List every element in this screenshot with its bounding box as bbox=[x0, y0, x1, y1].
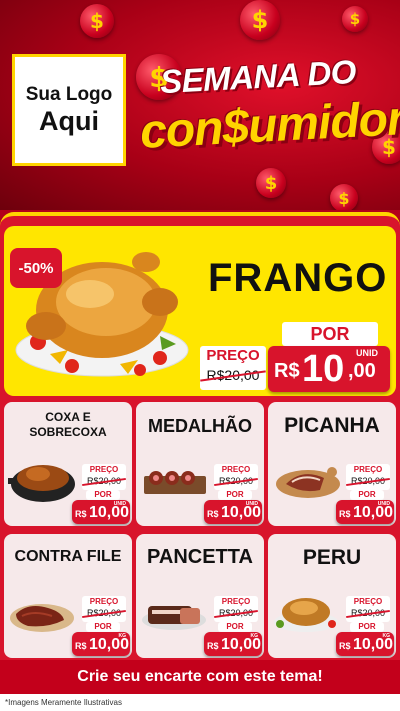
old-price-tag: PREÇO R$20,00 bbox=[82, 464, 126, 490]
featured-product-name: FRANGO bbox=[208, 256, 388, 300]
coin-icon: $ bbox=[330, 184, 358, 210]
featured-offer[interactable]: -50% FRANGO PREÇO R$20,00 POR R$ 10 ,00 … bbox=[4, 226, 396, 396]
price-tag: UNID R$ 10,00 bbox=[336, 500, 394, 524]
coin-icon: $ bbox=[240, 0, 280, 40]
product-card[interactable]: COXA E SOBRECOXA PREÇO R$20,00 POR UNID R… bbox=[4, 402, 132, 526]
preco-label: PREÇO bbox=[89, 597, 119, 606]
picanha-board-icon bbox=[276, 467, 340, 498]
currency-symbol: R$ bbox=[75, 641, 87, 651]
logo-text-line1: Sua Logo bbox=[25, 84, 113, 105]
por-tag: POR bbox=[218, 490, 252, 500]
product-name: PANCETTA bbox=[147, 546, 253, 568]
new-price: 10,00 bbox=[353, 504, 394, 521]
old-price: R$20,00 bbox=[82, 607, 126, 619]
coin-icon: $ bbox=[256, 168, 286, 198]
steak-icon bbox=[10, 604, 74, 632]
currency-symbol: R$ bbox=[75, 509, 87, 519]
currency-symbol: R$ bbox=[207, 641, 219, 651]
coin-icon: $ bbox=[80, 4, 114, 38]
preco-label: PREÇO bbox=[89, 465, 119, 474]
old-price: R$20,00 bbox=[214, 607, 258, 619]
old-price: R$20,00 bbox=[82, 475, 126, 487]
preco-label: PREÇO bbox=[221, 597, 251, 606]
old-price-tag: PREÇO R$20,00 bbox=[214, 464, 258, 490]
por-tag: POR bbox=[218, 622, 252, 632]
pancetta-icon bbox=[142, 606, 206, 630]
logo-placeholder[interactable]: Sua Logo Aqui bbox=[12, 54, 126, 166]
por-tag: POR bbox=[350, 490, 384, 500]
header-banner: $ $ $ $ $ $ $ Sua Logo Aqui SEMANA DO co… bbox=[0, 0, 400, 210]
campaign-title-bottom: con$umidor bbox=[138, 92, 400, 159]
product-card[interactable]: MEDALHÃO PREÇO R$20,00 POR UNID R$ 10,00 bbox=[136, 402, 264, 526]
new-price: 10,00 bbox=[221, 636, 262, 653]
campaign-title-top: SEMANA DO bbox=[159, 52, 357, 101]
cta-banner[interactable]: Crie seu encarte com este tema! bbox=[0, 660, 400, 694]
por-tag: POR bbox=[86, 490, 120, 500]
preco-label: PREÇO bbox=[206, 347, 260, 364]
old-price-tag: PREÇO R$20,00 bbox=[214, 596, 258, 622]
disclaimer-bar: *Imagens Meramente Ilustrativas bbox=[0, 694, 400, 711]
featured-old-price-tag: PREÇO R$20,00 bbox=[200, 346, 266, 390]
logo-text-line2: Aqui bbox=[39, 106, 99, 136]
preco-label: PREÇO bbox=[353, 465, 383, 474]
featured-por-tag: POR bbox=[282, 322, 378, 346]
price-tag: KG R$ 10,00 bbox=[72, 632, 130, 656]
price-tag: UNID R$ 10,00 bbox=[204, 500, 262, 524]
cta-text: Crie seu encarte com este tema! bbox=[77, 668, 323, 685]
old-price-tag: PREÇO R$20,00 bbox=[346, 464, 390, 490]
product-card[interactable]: PERU PREÇO R$20,00 POR KG R$ 10,00 bbox=[268, 534, 396, 658]
old-price-tag: PREÇO R$20,00 bbox=[346, 596, 390, 622]
product-card[interactable]: CONTRA FILE PREÇO R$20,00 POR KG R$ 10,0… bbox=[4, 534, 132, 658]
old-price: R$20,00 bbox=[214, 475, 258, 487]
price-decimal: ,00 bbox=[348, 360, 376, 382]
price-tag: KG R$ 10,00 bbox=[204, 632, 262, 656]
por-tag: POR bbox=[86, 622, 120, 632]
price-integer: 10 bbox=[302, 348, 345, 390]
product-name: MEDALHÃO bbox=[148, 416, 252, 436]
new-price: 10,00 bbox=[221, 504, 262, 521]
product-name: CONTRA FILE bbox=[14, 548, 122, 565]
preco-label: PREÇO bbox=[353, 597, 383, 606]
product-name: PICANHA bbox=[284, 414, 380, 437]
price-tag: KG R$ 10,00 bbox=[336, 632, 394, 656]
offers-panel: -50% FRANGO PREÇO R$20,00 POR R$ 10 ,00 … bbox=[0, 212, 400, 692]
por-tag: POR bbox=[350, 622, 384, 632]
new-price: 10,00 bbox=[89, 636, 130, 653]
currency-symbol: R$ bbox=[339, 641, 351, 651]
old-price: R$20,00 bbox=[346, 475, 390, 487]
product-name: COXA E SOBRECOXA bbox=[29, 410, 107, 439]
preco-label: PREÇO bbox=[221, 465, 251, 474]
old-price-tag: PREÇO R$20,00 bbox=[82, 596, 126, 622]
discount-badge: -50% bbox=[10, 248, 62, 288]
roast-turkey-icon bbox=[274, 598, 338, 632]
coin-icon: $ bbox=[342, 6, 368, 32]
currency-symbol: R$ bbox=[274, 360, 300, 382]
unit-label: UNID bbox=[356, 348, 378, 358]
old-price: R$20,00 bbox=[346, 607, 390, 619]
chicken-pot-icon bbox=[8, 465, 75, 502]
disclaimer-text: *Imagens Meramente Ilustrativas bbox=[5, 698, 122, 707]
featured-price-tag: R$ 10 ,00 UNID bbox=[268, 346, 390, 392]
medallion-skewers-icon bbox=[144, 471, 206, 494]
currency-symbol: R$ bbox=[339, 509, 351, 519]
product-card[interactable]: PANCETTA PREÇO R$20,00 POR KG R$ 10,00 bbox=[136, 534, 264, 658]
product-name: PERU bbox=[302, 546, 362, 569]
product-card[interactable]: PICANHA PREÇO R$20,00 POR UNID R$ 10,00 bbox=[268, 402, 396, 526]
new-price: 10,00 bbox=[353, 636, 394, 653]
old-price: R$20,00 bbox=[200, 366, 266, 384]
price-tag: UNID R$ 10,00 bbox=[72, 500, 130, 524]
new-price: 10,00 bbox=[89, 504, 130, 521]
currency-symbol: R$ bbox=[207, 509, 219, 519]
